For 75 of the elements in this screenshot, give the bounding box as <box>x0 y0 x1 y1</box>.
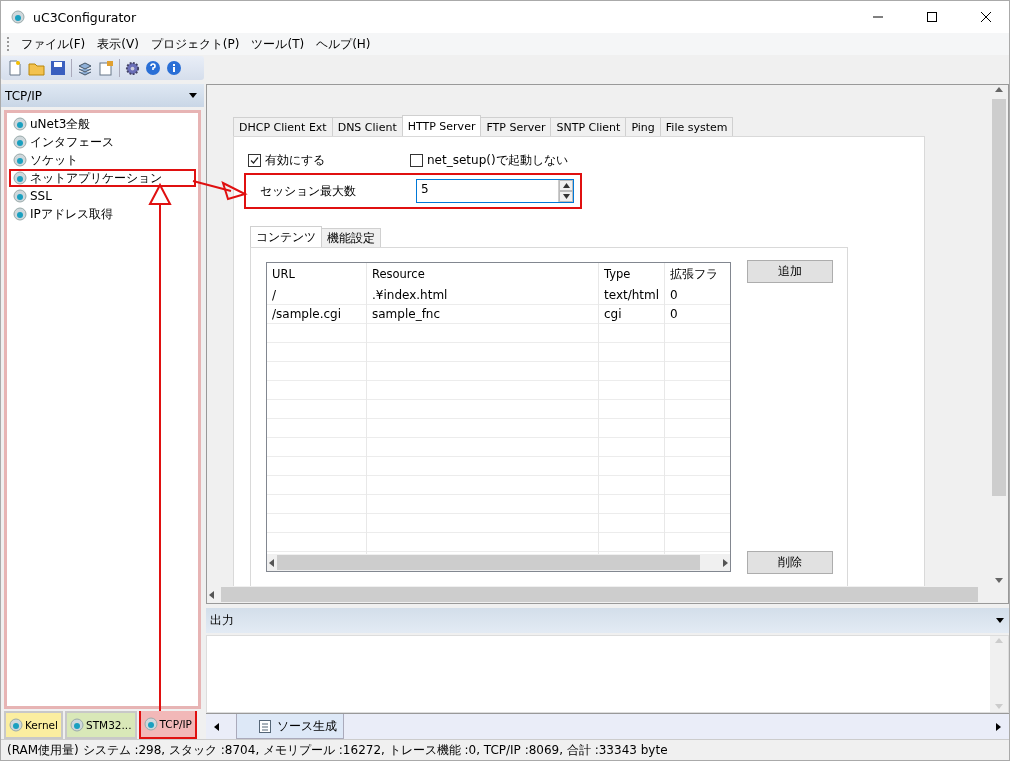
tree-item[interactable]: uNet3全般 <box>9 115 196 133</box>
document-tab[interactable]: ソース生成 <box>236 714 344 739</box>
checkbox-label: 有効にする <box>265 151 325 169</box>
scrollbar-thumb[interactable] <box>277 555 700 570</box>
close-icon <box>981 12 991 22</box>
spin-down-button[interactable] <box>559 191 573 202</box>
checkbox[interactable] <box>248 153 261 167</box>
app-icon <box>11 10 25 24</box>
menu-item[interactable]: プロジェクト(P) <box>144 35 246 53</box>
tab-icon <box>143 717 158 731</box>
tab-scroll-right-icon[interactable] <box>993 721 1003 732</box>
number-field[interactable]: 5 <box>416 179 574 203</box>
tree-item[interactable]: ソケット <box>9 151 196 169</box>
node-icon <box>13 171 27 185</box>
scroll-right-icon[interactable] <box>720 557 730 568</box>
save-icon[interactable] <box>50 60 66 76</box>
table-cell-text: cgi <box>603 306 623 323</box>
tab[interactable]: HTTP Server <box>401 115 482 136</box>
action-button[interactable]: 追加 <box>747 260 833 283</box>
gear-icon[interactable] <box>125 60 140 76</box>
table-cell-text: sample_fnc <box>371 306 442 323</box>
column-header[interactable]: Resource <box>367 263 599 286</box>
table-cell-text: 0 <box>669 287 679 304</box>
tab[interactable]: Ping <box>625 117 661 136</box>
column-header[interactable]: URL <box>267 263 367 286</box>
menu-item[interactable]: ヘルプ(H) <box>310 35 377 53</box>
checkbox-label: net_setup()で起動しない <box>427 151 568 169</box>
down-arrow-icon <box>562 194 570 199</box>
table-cell-text: 0 <box>669 306 679 323</box>
panel-tab[interactable]: STM32... <box>65 711 137 739</box>
node-icon <box>13 207 27 221</box>
panel-tab[interactable]: TCP/IP <box>138 711 197 739</box>
menu-item[interactable]: ファイル(F) <box>15 35 92 53</box>
tree-item[interactable]: IPアドレス取得 <box>9 205 196 223</box>
layers-icon[interactable] <box>77 60 93 76</box>
menu-item[interactable]: 表示(V) <box>91 35 145 53</box>
scrollbar-thumb[interactable] <box>221 587 978 602</box>
field-label: セッション最大数 <box>260 182 357 200</box>
node-icon <box>13 189 27 203</box>
table-cell-text: / <box>271 287 278 304</box>
node-icon <box>13 117 27 131</box>
maximize-icon <box>927 12 937 22</box>
tab-icon <box>70 718 84 732</box>
node-icon <box>13 153 27 167</box>
tab-icon <box>9 718 23 732</box>
action-button[interactable]: 削除 <box>747 551 833 574</box>
scroll-left-icon[interactable] <box>207 589 217 600</box>
column-header[interactable]: 拡張フラ <box>665 263 727 286</box>
panel-tab[interactable]: Kernel <box>4 711 63 739</box>
status-text: (RAM使用量) システム :298, スタック :8704, メモリプール :16272, トレース機能 :0, TCP/IP :8069, 合計 :33343 byte <box>7 741 668 759</box>
tab[interactable]: 機能設定 <box>321 228 381 247</box>
scrollbar-thumb[interactable] <box>992 99 1006 496</box>
checkbox[interactable] <box>410 153 423 167</box>
tree-item[interactable]: ネットアプリケーション <box>9 169 196 187</box>
tab[interactable]: File system <box>659 117 734 136</box>
help-icon[interactable] <box>145 60 161 76</box>
document-icon <box>259 719 271 733</box>
column-header[interactable]: Type <box>599 263 665 286</box>
node-icon <box>13 135 27 149</box>
spin-up-button[interactable] <box>559 180 573 191</box>
panel-title: TCP/IP <box>5 88 43 103</box>
info-icon[interactable] <box>166 60 182 76</box>
tab[interactable]: コンテンツ <box>250 226 322 247</box>
tab[interactable]: DHCP Client Ext <box>233 117 333 136</box>
table-cell-text: .¥index.html <box>371 287 449 304</box>
table-cell-text: /sample.cgi <box>271 306 343 323</box>
tab-scroll-left-icon[interactable] <box>212 721 222 732</box>
tree-item[interactable]: SSL <box>9 187 196 205</box>
window-title: uC3Configurator <box>33 9 138 25</box>
up-arrow-icon <box>562 183 570 188</box>
scroll-up-icon[interactable] <box>994 85 1004 95</box>
tree-item[interactable]: インタフェース <box>9 133 196 151</box>
table-cell-text: text/html <box>603 287 661 304</box>
menu-item[interactable]: ツール(T) <box>245 35 311 53</box>
output-title: 出力 <box>210 612 234 629</box>
